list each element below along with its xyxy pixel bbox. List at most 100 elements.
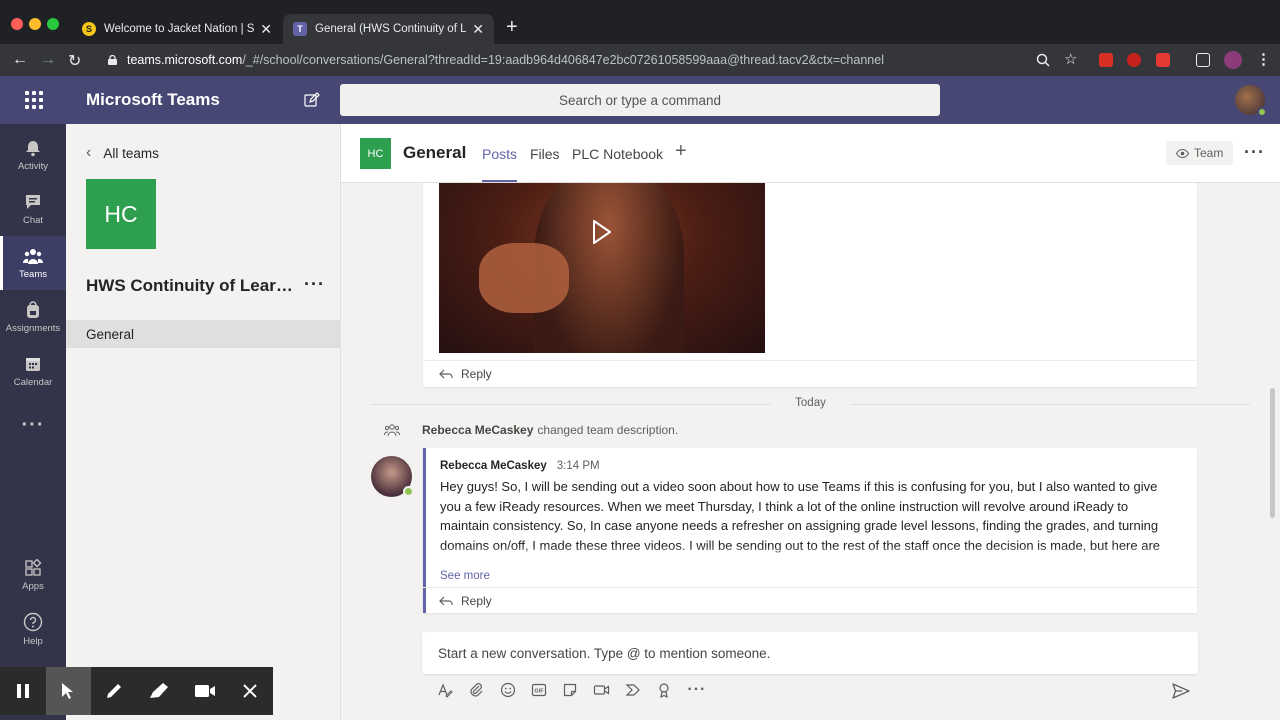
channel-team-initials: HC — [367, 147, 384, 160]
teams-icon — [23, 248, 43, 264]
reply-button[interactable]: Reply — [423, 587, 1197, 613]
window-maximize-button[interactable] — [47, 18, 59, 30]
send-icon[interactable] — [1172, 683, 1190, 699]
browser-tab-jacket-nation[interactable]: S Welcome to Jacket Nation | Star ✕ — [72, 14, 282, 44]
bookmark-star-icon[interactable]: ☆ — [1064, 50, 1077, 68]
team-avatar-tile: HC — [86, 179, 156, 249]
gif-icon[interactable]: GIF — [531, 682, 562, 698]
post-author[interactable]: Rebecca MeCaskey — [440, 460, 547, 472]
svg-text:GIF: GIF — [534, 689, 544, 695]
team-more-options-icon[interactable]: ··· — [304, 274, 325, 295]
format-icon[interactable] — [437, 682, 468, 698]
post-timestamp: 3:14 PM — [556, 460, 600, 472]
window-close-button[interactable] — [11, 18, 23, 30]
backpack-icon — [27, 300, 39, 318]
more-options-icon[interactable]: ··· — [687, 681, 718, 699]
profile-avatar-icon[interactable] — [1224, 51, 1242, 69]
url-host: teams.microsoft.com — [127, 53, 243, 67]
reply-button[interactable]: Reply — [423, 360, 1197, 386]
chevron-left-icon: ‹ — [86, 144, 92, 161]
address-bar[interactable]: teams.microsoft.com/_#/school/conversati… — [100, 48, 1080, 72]
channel-more-options-icon[interactable]: ··· — [1244, 142, 1265, 163]
new-conversation-input[interactable]: Start a new conversation. Type @ to ment… — [422, 632, 1198, 674]
date-divider: Today — [341, 397, 1280, 409]
presence-available-icon — [1257, 107, 1267, 117]
channel-team-tile: HC — [360, 138, 391, 169]
team-button-label: Team — [1194, 146, 1224, 160]
stream-icon[interactable] — [625, 682, 656, 698]
channel-header: HC General Posts Files PLC Notebook + Te… — [341, 124, 1280, 183]
team-change-icon — [384, 424, 400, 437]
reply-label: Reply — [461, 593, 492, 608]
tab-plc-notebook[interactable]: PLC Notebook — [572, 146, 663, 162]
highlighter-icon — [150, 683, 169, 698]
teams-header: Microsoft Teams Search or type a command — [0, 76, 1280, 124]
sticker-icon[interactable] — [562, 682, 593, 698]
author-avatar[interactable] — [371, 456, 414, 497]
pause-recording-button[interactable] — [0, 667, 46, 715]
emoji-icon[interactable] — [500, 682, 531, 698]
window-minimize-button[interactable] — [29, 18, 41, 30]
close-tab-icon[interactable]: ✕ — [472, 21, 484, 38]
reply-arrow-icon — [439, 596, 453, 605]
reload-icon[interactable]: ↻ — [68, 51, 81, 71]
rail-item-teams[interactable]: Teams — [0, 236, 66, 290]
url-path: /_#/school/conversations/General?threadI… — [242, 53, 884, 67]
rail-item-chat[interactable]: Chat — [0, 182, 66, 236]
play-icon[interactable] — [592, 219, 612, 245]
extension-icon[interactable] — [1127, 53, 1141, 67]
rail-label: Activity — [17, 160, 49, 172]
cast-icon[interactable] — [1196, 53, 1210, 67]
previous-post-card: Reply — [423, 183, 1197, 387]
rail-label: Apps — [22, 580, 44, 592]
calendar-icon — [26, 357, 40, 371]
browser-menu-icon[interactable]: ⋮ — [1256, 50, 1271, 68]
user-avatar[interactable] — [1235, 85, 1267, 117]
system-message-author[interactable]: Rebecca MeCaskey — [422, 423, 533, 437]
tab-posts[interactable]: Posts — [482, 146, 518, 182]
search-command-box[interactable]: Search or type a command — [340, 84, 940, 116]
add-tab-icon[interactable]: + — [675, 140, 687, 163]
cursor-icon — [62, 683, 74, 699]
praise-icon[interactable] — [656, 682, 687, 698]
rail-item-assignments[interactable]: Assignments — [0, 290, 66, 344]
close-recorder-button[interactable] — [228, 667, 274, 715]
forward-arrow-icon[interactable]: → — [40, 51, 56, 69]
zoom-icon[interactable] — [1036, 53, 1050, 67]
browser-tab-teams-general[interactable]: T General (HWS Continuity of Lea ✕ — [283, 14, 494, 44]
rail-item-help[interactable]: Help — [0, 602, 66, 656]
conversation-feed[interactable]: Reply Today Rebecca MeCaskey changed tea… — [341, 183, 1280, 720]
attach-icon[interactable] — [468, 682, 499, 698]
rail-label: Teams — [19, 268, 47, 280]
rail-label: Chat — [22, 214, 44, 226]
close-tab-icon[interactable]: ✕ — [260, 21, 272, 38]
reply-arrow-icon — [439, 369, 453, 378]
see-more-link[interactable]: See more — [440, 570, 490, 582]
team-info-button[interactable]: Team — [1166, 141, 1234, 165]
all-teams-link[interactable]: ‹ All teams — [86, 144, 159, 162]
video-thumbnail[interactable] — [439, 183, 765, 353]
more-apps-icon[interactable]: ··· — [0, 398, 66, 452]
new-chat-compose-icon[interactable] — [304, 92, 320, 108]
scrollbar-thumb[interactable] — [1270, 388, 1275, 518]
pen-tool-button[interactable] — [91, 667, 137, 715]
team-initials: HC — [104, 200, 138, 227]
rail-item-activity[interactable]: Activity — [0, 128, 66, 182]
pen-icon — [106, 684, 121, 698]
meet-now-icon[interactable] — [593, 682, 624, 698]
rail-item-apps[interactable]: Apps — [0, 548, 66, 602]
app-launcher-icon[interactable] — [25, 91, 43, 109]
channel-item-general[interactable]: General — [66, 320, 340, 348]
adblock-extension-icon[interactable] — [1099, 53, 1113, 67]
channel-title: General — [403, 143, 467, 162]
text-fade-overlay — [440, 546, 1182, 562]
tab-files[interactable]: Files — [530, 146, 560, 162]
rail-item-calendar[interactable]: Calendar — [0, 344, 66, 398]
extension-icon[interactable] — [1156, 53, 1170, 67]
new-tab-button[interactable]: + — [506, 17, 518, 37]
pointer-tool-button[interactable] — [45, 667, 91, 715]
back-arrow-icon[interactable]: ← — [12, 51, 28, 69]
camera-toggle-button[interactable] — [182, 667, 228, 715]
highlighter-tool-button[interactable] — [137, 667, 183, 715]
post-header: Rebecca MeCaskey 3:14 PM — [440, 460, 600, 472]
